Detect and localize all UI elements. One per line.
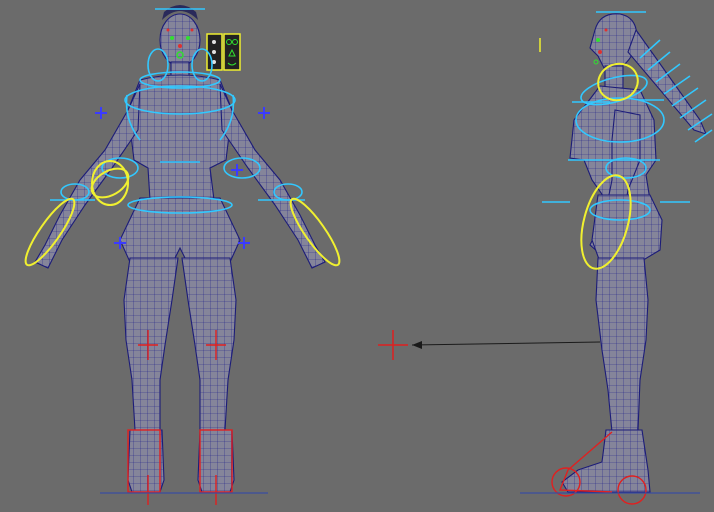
3d-viewport[interactable] xyxy=(0,0,714,512)
direction-arrow[interactable] xyxy=(411,341,601,349)
side-view-character[interactable] xyxy=(520,0,714,505)
crosshair-icon[interactable] xyxy=(378,330,408,360)
front-view-character[interactable] xyxy=(19,0,346,505)
front-wireframe-overlay xyxy=(35,14,325,492)
viewport-canvas[interactable] xyxy=(0,0,714,512)
